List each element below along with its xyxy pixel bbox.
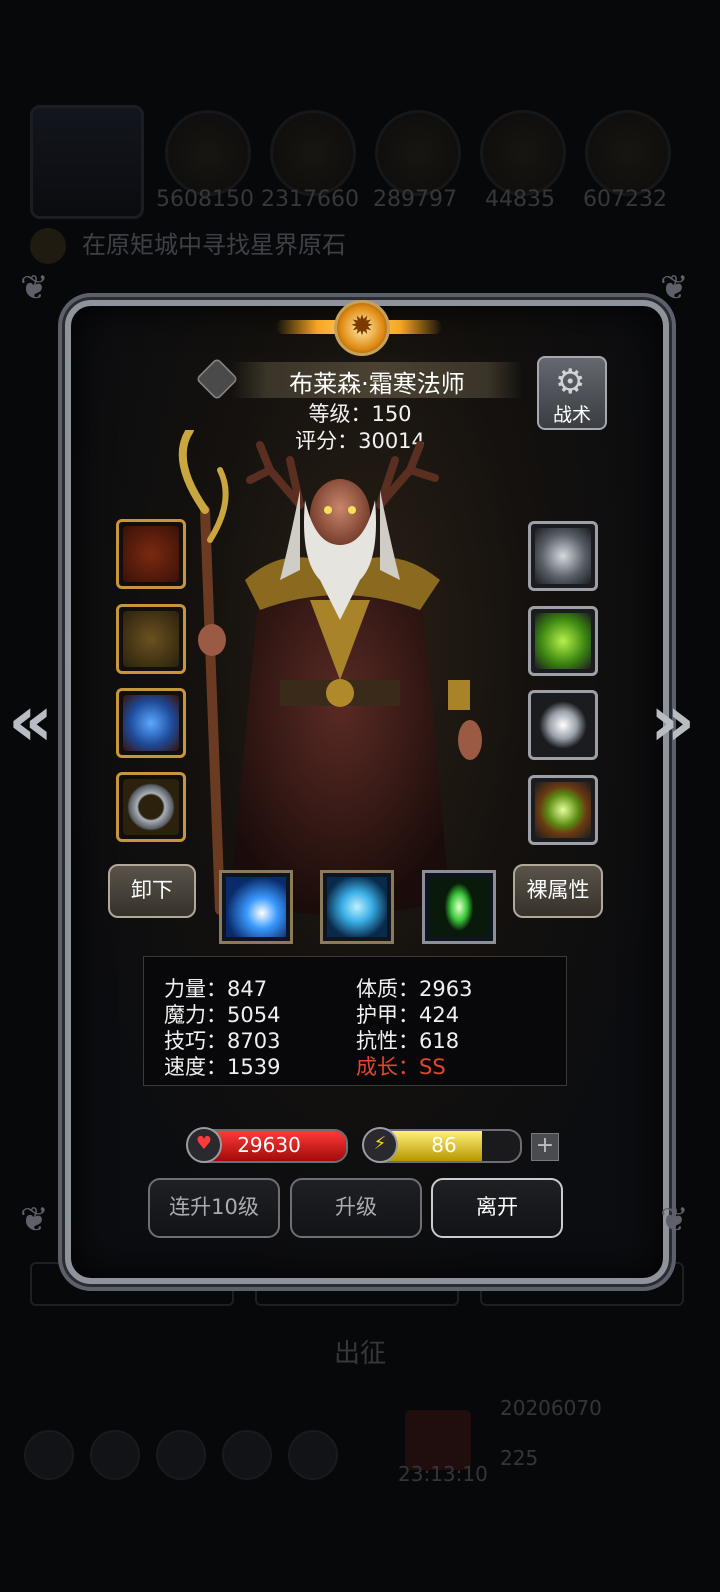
background-march-label: 出征 bbox=[333, 1339, 386, 1369]
background-resource-icon bbox=[165, 110, 251, 196]
tactics-label: 战术 bbox=[552, 404, 591, 426]
sun-emblem-icon: ✹ bbox=[334, 300, 390, 356]
lantern-icon bbox=[535, 782, 591, 838]
background-menu-icon bbox=[24, 1430, 74, 1480]
lightning-icon: ⚡ bbox=[362, 1127, 398, 1163]
level-up-button[interactable]: 升级 bbox=[290, 1178, 422, 1238]
background-menu-icon bbox=[288, 1430, 338, 1480]
background-coins: 20206070 bbox=[500, 1396, 602, 1420]
background-resource-icon bbox=[585, 110, 671, 196]
equip-slot-amulet[interactable] bbox=[528, 606, 598, 676]
heart-icon: ♥ bbox=[186, 1127, 222, 1163]
hero-level: 等级：150 bbox=[308, 402, 412, 426]
equip-slot-weapon[interactable] bbox=[116, 519, 186, 589]
background-resource-value: 289797 bbox=[373, 187, 457, 212]
base-attributes-button[interactable]: 裸属性 bbox=[513, 864, 603, 918]
equip-slot-ring[interactable] bbox=[116, 772, 186, 842]
green-crystal-icon bbox=[535, 613, 591, 669]
unequip-button[interactable]: 卸下 bbox=[108, 864, 196, 918]
background-resource-bar: 5608150 2317660 289797 44835 607232 bbox=[25, 105, 705, 219]
background-menu-icon bbox=[90, 1430, 140, 1480]
background-gems: 225 bbox=[500, 1446, 539, 1470]
background-resource-icon bbox=[270, 110, 356, 196]
top-emblem: ✹ bbox=[276, 294, 442, 360]
frame-thorn-decoration: ❦ bbox=[660, 268, 689, 308]
frame-thorn-decoration: ❦ bbox=[20, 268, 49, 308]
background-resource-icon bbox=[375, 110, 461, 196]
background-bottom-bar: 23:13:10 20206070 225 bbox=[0, 1390, 720, 1500]
chevron-left-icon[interactable]: « bbox=[8, 680, 53, 762]
background-menu-icon bbox=[156, 1430, 206, 1480]
blue-gem-icon bbox=[123, 695, 179, 751]
feather-icon bbox=[535, 697, 591, 753]
hero-stats-panel: 力量：847 体质：2963 魔力：5054 护甲：424 技巧：8703 抗性… bbox=[143, 956, 567, 1086]
chevron-right-icon[interactable]: » bbox=[650, 680, 695, 762]
stat-speed: 速度：1539 bbox=[164, 1055, 281, 1079]
skill-slot-2[interactable] bbox=[320, 870, 394, 944]
equip-slot-crown[interactable] bbox=[528, 521, 598, 591]
frame-thorn-decoration: ❦ bbox=[660, 1200, 689, 1240]
background-menu-icon bbox=[222, 1430, 272, 1480]
background-resource-value: 607232 bbox=[583, 187, 667, 212]
nature-crystal-icon bbox=[429, 877, 489, 937]
add-energy-button[interactable]: + bbox=[531, 1133, 559, 1161]
gift-icon bbox=[405, 1410, 471, 1470]
background-resource-icon bbox=[480, 110, 566, 196]
equip-slot-gem[interactable] bbox=[116, 688, 186, 758]
quest-icon bbox=[30, 228, 66, 264]
ice-bolt-icon bbox=[226, 877, 286, 937]
background-resource-value: 5608150 bbox=[156, 187, 254, 212]
background-timer: 23:13:10 bbox=[398, 1462, 488, 1486]
robe-armor-icon bbox=[123, 611, 179, 667]
frame-thorn-decoration: ❦ bbox=[20, 1200, 49, 1240]
equip-slot-lantern[interactable] bbox=[528, 775, 598, 845]
silver-crown-icon bbox=[535, 528, 591, 584]
level-up-10-button[interactable]: 连升10级 bbox=[148, 1178, 280, 1238]
tactics-button[interactable]: ⚙ 战术 bbox=[537, 356, 607, 430]
background-quest-text: 在原矩城中寻找星界原石 bbox=[82, 231, 346, 259]
gear-icon: ⚙ bbox=[555, 362, 586, 402]
background-quest: 在原矩城中寻找星界原石 bbox=[30, 225, 346, 264]
skill-slot-3[interactable] bbox=[422, 870, 496, 944]
equip-slot-armor[interactable] bbox=[116, 604, 186, 674]
skill-slot-1[interactable] bbox=[219, 870, 293, 944]
frost-vortex-icon bbox=[327, 877, 387, 937]
ring-icon bbox=[123, 779, 179, 835]
hero-name: 布莱森·霜寒法师 bbox=[289, 370, 465, 398]
hero-name-bar: 布莱森·霜寒法师 bbox=[232, 362, 522, 398]
stat-growth: 成长：SS bbox=[356, 1055, 446, 1079]
background-portrait bbox=[30, 105, 144, 219]
staff-icon bbox=[123, 526, 179, 582]
background-resource-value: 44835 bbox=[485, 187, 555, 212]
background-resource-value: 2317660 bbox=[261, 187, 359, 212]
leave-button[interactable]: 离开 bbox=[431, 1178, 563, 1238]
equip-slot-feather[interactable] bbox=[528, 690, 598, 760]
